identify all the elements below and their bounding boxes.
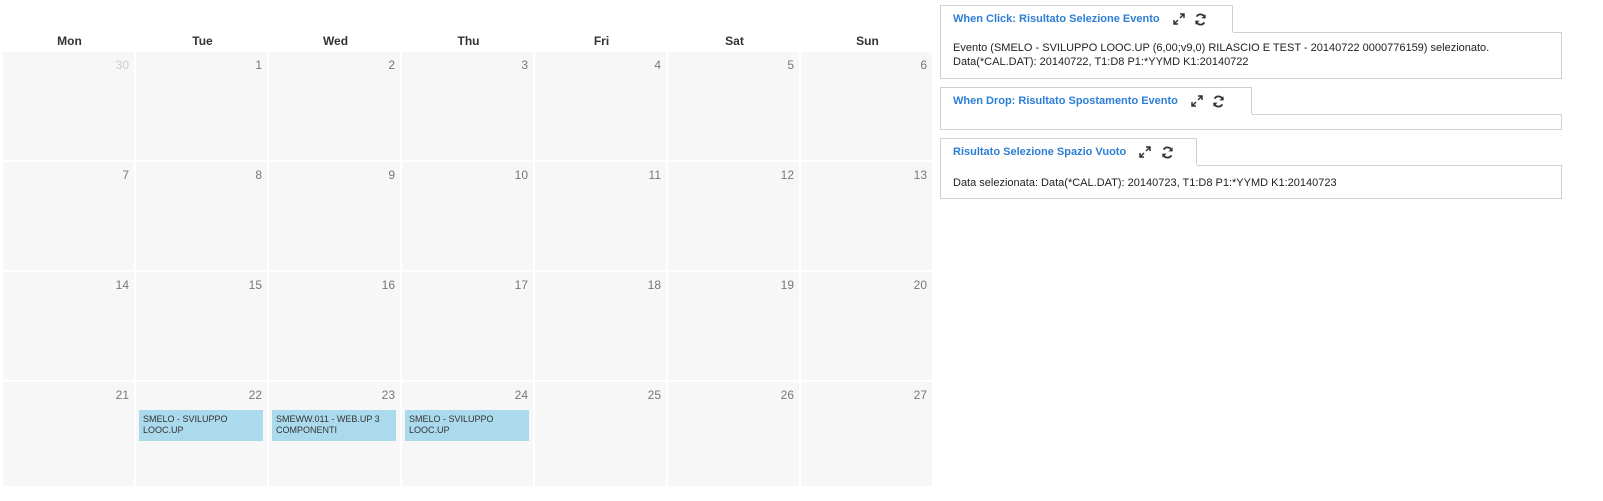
day-number: 15: [248, 278, 262, 292]
day-cell[interactable]: 9: [269, 162, 402, 272]
drop-result-tab: When Drop: Risultato Spostamento Evento: [940, 87, 1252, 114]
day-cell[interactable]: 23 SMEWW.011 - WEB.UP 3 COMPONENTI: [269, 382, 402, 488]
day-number: 12: [780, 168, 794, 182]
weekday-tue: Tue: [192, 34, 213, 48]
expand-icon[interactable]: [1190, 94, 1204, 108]
day-cell[interactable]: 24 SMELO - SVILUPPO LOOC.UP: [402, 382, 535, 488]
click-result-title: When Click: Risultato Selezione Evento: [953, 13, 1160, 25]
calendar-grid: 30 1 2 3 4 5 6 7 8 9 10 11 12 13 14 15 16 17 18 19 20 21 22 SME…: [3, 52, 935, 488]
month-calendar: Mon Tue Wed Thu Fri Sat Sun 30 1 2 3 4 5 6 7 8 9 1…: [3, 30, 935, 488]
day-number: 26: [780, 388, 794, 402]
weekday-mon: Mon: [57, 34, 82, 48]
day-number: 17: [514, 278, 528, 292]
day-number: 4: [654, 58, 661, 72]
day-cell[interactable]: 6: [801, 52, 934, 162]
day-number: 19: [780, 278, 794, 292]
day-number: 20: [913, 278, 927, 292]
day-cell[interactable]: 13: [801, 162, 934, 272]
expand-icon[interactable]: [1172, 12, 1186, 26]
day-cell[interactable]: 16: [269, 272, 402, 382]
day-number: 22: [248, 388, 262, 402]
refresh-icon[interactable]: [1160, 145, 1174, 159]
calendar-event[interactable]: SMELO - SVILUPPO LOOC.UP: [405, 410, 529, 441]
day-number: 27: [913, 388, 927, 402]
day-number: 25: [647, 388, 661, 402]
day-cell[interactable]: 25: [535, 382, 668, 488]
weekday-sun: Sun: [856, 34, 879, 48]
day-number: 30: [115, 58, 129, 72]
day-number: 16: [381, 278, 395, 292]
empty-slot-result-title: Risultato Selezione Spazio Vuoto: [953, 146, 1127, 158]
day-cell[interactable]: 20: [801, 272, 934, 382]
day-cell[interactable]: 18: [535, 272, 668, 382]
drop-result-panel: When Drop: Risultato Spostamento Evento: [940, 87, 1562, 130]
day-cell[interactable]: 1: [136, 52, 269, 162]
weekday-header: Mon Tue Wed Thu Fri Sat Sun: [3, 30, 935, 52]
day-cell[interactable]: 26: [668, 382, 801, 488]
day-number: 14: [115, 278, 129, 292]
day-number: 18: [647, 278, 661, 292]
day-cell[interactable]: 5: [668, 52, 801, 162]
day-number: 9: [388, 168, 395, 182]
weekday-sat: Sat: [725, 34, 744, 48]
calendar-event[interactable]: SMEWW.011 - WEB.UP 3 COMPONENTI: [272, 410, 396, 441]
day-cell[interactable]: 15: [136, 272, 269, 382]
day-number: 8: [255, 168, 262, 182]
day-cell[interactable]: 11: [535, 162, 668, 272]
day-number: 7: [122, 168, 129, 182]
day-cell[interactable]: 27: [801, 382, 934, 488]
refresh-icon[interactable]: [1194, 12, 1208, 26]
day-cell[interactable]: 30: [3, 52, 136, 162]
day-cell[interactable]: 3: [402, 52, 535, 162]
empty-slot-result-tab: Risultato Selezione Spazio Vuoto: [940, 138, 1197, 165]
day-number: 10: [514, 168, 528, 182]
click-result-event-text: Evento (SMELO - SVILUPPO LOOC.UP (6,00;v…: [953, 42, 1490, 54]
day-cell[interactable]: 4: [535, 52, 668, 162]
weekday-fri: Fri: [593, 34, 610, 48]
day-number: 21: [115, 388, 129, 402]
day-cell[interactable]: 14: [3, 272, 136, 382]
day-cell[interactable]: 10: [402, 162, 535, 272]
calendar-event[interactable]: SMELO - SVILUPPO LOOC.UP: [139, 410, 263, 441]
click-result-panel: When Click: Risultato Selezione Evento E…: [940, 5, 1562, 79]
day-number: 1: [255, 58, 262, 72]
day-number: 2: [388, 58, 395, 72]
click-result-date-text: Data(*CAL.DAT): 20140722, T1:D8 P1:*YYMD…: [953, 56, 1249, 68]
day-cell[interactable]: 19: [668, 272, 801, 382]
drop-result-body: [940, 114, 1562, 130]
day-cell[interactable]: 12: [668, 162, 801, 272]
empty-slot-result-body: Data selezionata: Data(*CAL.DAT): 201407…: [940, 165, 1562, 199]
expand-icon[interactable]: [1138, 145, 1152, 159]
refresh-icon[interactable]: [1212, 94, 1226, 108]
day-number: 13: [913, 168, 927, 182]
empty-slot-result-panel: Risultato Selezione Spazio Vuoto Data se…: [940, 138, 1562, 199]
day-number: 6: [920, 58, 927, 72]
day-number: 11: [648, 168, 661, 182]
drop-result-title: When Drop: Risultato Spostamento Evento: [953, 95, 1178, 107]
weekday-wed: Wed: [322, 34, 349, 48]
day-number: 5: [787, 58, 794, 72]
day-number: 3: [521, 58, 528, 72]
day-cell[interactable]: 21: [3, 382, 136, 488]
click-result-body: Evento (SMELO - SVILUPPO LOOC.UP (6,00;v…: [940, 32, 1562, 79]
weekday-thu: Thu: [457, 34, 480, 48]
day-cell[interactable]: 2: [269, 52, 402, 162]
click-result-tab: When Click: Risultato Selezione Evento: [940, 5, 1233, 32]
day-cell[interactable]: 17: [402, 272, 535, 382]
day-cell[interactable]: 8: [136, 162, 269, 272]
day-number: 24: [514, 388, 528, 402]
day-cell[interactable]: 22 SMELO - SVILUPPO LOOC.UP: [136, 382, 269, 488]
day-cell[interactable]: 7: [3, 162, 136, 272]
day-number: 23: [381, 388, 395, 402]
